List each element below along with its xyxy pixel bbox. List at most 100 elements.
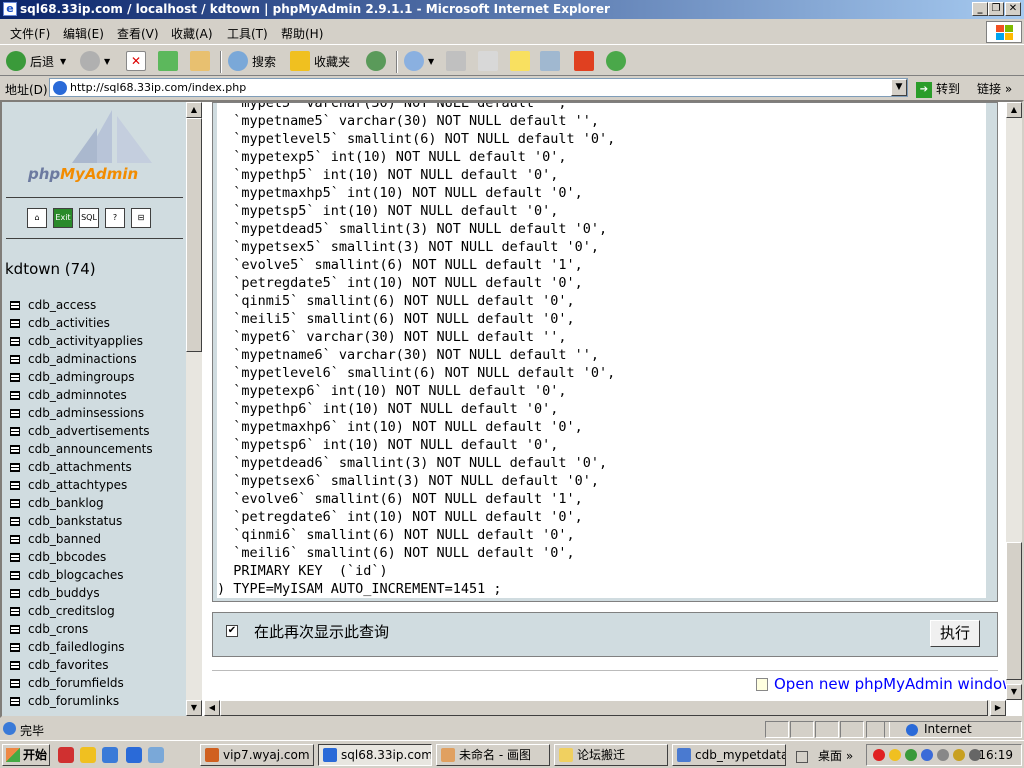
- sidebar-table-item[interactable]: cdb_advertisements: [2, 422, 153, 440]
- table-icon[interactable]: [10, 552, 20, 562]
- go-button[interactable]: ➔ 转到: [916, 80, 960, 98]
- sidebar-scrollbar[interactable]: ▲ ▼: [186, 102, 202, 716]
- media-button[interactable]: [540, 49, 564, 73]
- sidebar-table-item[interactable]: cdb_crons: [2, 620, 153, 638]
- sidebar-table-item[interactable]: cdb_forumlinks: [2, 692, 153, 710]
- main-scrollbar[interactable]: ▲ ▼: [1006, 102, 1022, 700]
- sidebar-table-item[interactable]: cdb_attachtypes: [2, 476, 153, 494]
- table-icon[interactable]: [10, 624, 20, 634]
- task-button[interactable]: vip7.wyaj.com ...: [200, 744, 314, 766]
- help-icon[interactable]: ?: [105, 208, 125, 228]
- execute-button[interactable]: 执行: [930, 620, 980, 647]
- quicklaunch-icon[interactable]: [148, 747, 164, 763]
- menu-file[interactable]: 文件(F): [10, 25, 50, 42]
- sidebar-table-item[interactable]: cdb_creditslog: [2, 602, 153, 620]
- minimize-button[interactable]: _: [972, 2, 988, 16]
- tray-icon[interactable]: [953, 749, 965, 761]
- tray-icon[interactable]: [937, 749, 949, 761]
- qq-icon[interactable]: [873, 749, 885, 761]
- sidebar-table-item[interactable]: cdb_blogcaches: [2, 566, 153, 584]
- table-name[interactable]: cdb_admingroups: [28, 370, 135, 384]
- quicklaunch-icon[interactable]: [58, 747, 74, 763]
- docs-icon[interactable]: ⊟: [131, 208, 151, 228]
- stop-button[interactable]: ✕: [126, 49, 150, 73]
- network-icon[interactable]: [921, 749, 933, 761]
- menu-help[interactable]: 帮助(H): [281, 25, 323, 42]
- task-button[interactable]: 未命名 - 画图: [436, 744, 550, 766]
- table-name[interactable]: cdb_activities: [28, 316, 110, 330]
- sidebar-table-item[interactable]: cdb_adminnotes: [2, 386, 153, 404]
- download-button[interactable]: [574, 49, 598, 73]
- table-icon[interactable]: [10, 660, 20, 670]
- table-name[interactable]: cdb_adminsessions: [28, 406, 144, 420]
- sidebar-table-item[interactable]: cdb_favorites: [2, 656, 153, 674]
- links-button[interactable]: 链接 »: [977, 80, 1012, 97]
- table-name[interactable]: cdb_favorites: [28, 658, 108, 672]
- close-button[interactable]: ✕: [1005, 2, 1021, 16]
- sidebar-table-item[interactable]: cdb_adminsessions: [2, 404, 153, 422]
- horizontal-scrollbar[interactable]: ◀ ▶: [204, 700, 1006, 716]
- desktop-toolbar[interactable]: 桌面 »: [796, 747, 853, 764]
- table-icon[interactable]: [10, 678, 20, 688]
- sidebar-table-item[interactable]: cdb_bbcodes: [2, 548, 153, 566]
- table-name[interactable]: cdb_failedlogins: [28, 640, 125, 654]
- sidebar-table-item[interactable]: cdb_admingroups: [2, 368, 153, 386]
- table-icon[interactable]: [10, 480, 20, 490]
- tray-icon[interactable]: [905, 749, 917, 761]
- forward-button[interactable]: ▼: [80, 49, 110, 73]
- table-icon[interactable]: [10, 516, 20, 526]
- tray-icon[interactable]: [889, 749, 901, 761]
- table-name[interactable]: cdb_adminactions: [28, 352, 137, 366]
- table-icon[interactable]: [10, 462, 20, 472]
- table-icon[interactable]: [10, 570, 20, 580]
- search-button[interactable]: 搜索: [228, 49, 276, 73]
- sidebar-table-item[interactable]: cdb_adminactions: [2, 350, 153, 368]
- menu-edit[interactable]: 编辑(E): [63, 25, 104, 42]
- sidebar-table-item[interactable]: cdb_bankstatus: [2, 512, 153, 530]
- table-icon[interactable]: [10, 336, 20, 346]
- home-button[interactable]: [190, 49, 214, 73]
- task-button[interactable]: cdb_mypetdata...: [672, 744, 786, 766]
- table-icon[interactable]: [10, 444, 20, 454]
- favorites-button[interactable]: 收藏夹: [290, 49, 350, 73]
- table-name[interactable]: cdb_announcements: [28, 442, 153, 456]
- task-button[interactable]: 论坛搬迁: [554, 744, 668, 766]
- table-name[interactable]: cdb_buddys: [28, 586, 100, 600]
- table-icon[interactable]: [10, 408, 20, 418]
- table-icon[interactable]: [10, 300, 20, 310]
- menu-view[interactable]: 查看(V): [117, 25, 159, 42]
- table-icon[interactable]: [10, 696, 20, 706]
- menu-favorites[interactable]: 收藏(A): [171, 25, 213, 42]
- maximize-button[interactable]: ❐: [988, 2, 1004, 16]
- table-name[interactable]: cdb_crons: [28, 622, 88, 636]
- table-icon[interactable]: [10, 642, 20, 652]
- ie-icon[interactable]: [126, 747, 142, 763]
- mail-button[interactable]: ▼: [404, 49, 434, 73]
- address-input[interactable]: http://sql68.33ip.com/index.php: [49, 78, 908, 97]
- start-button[interactable]: 开始: [2, 744, 50, 766]
- table-icon[interactable]: [10, 390, 20, 400]
- table-name[interactable]: cdb_creditslog: [28, 604, 115, 618]
- table-name[interactable]: cdb_banklog: [28, 496, 104, 510]
- table-name[interactable]: cdb_bankstatus: [28, 514, 122, 528]
- new-window-link[interactable]: Open new phpMyAdmin window: [756, 675, 1006, 693]
- exit-icon[interactable]: Exit: [53, 208, 73, 228]
- edit-button[interactable]: [478, 49, 502, 73]
- sidebar-table-item[interactable]: cdb_banned: [2, 530, 153, 548]
- table-name[interactable]: cdb_bbcodes: [28, 550, 106, 564]
- sidebar-table-item[interactable]: cdb_banklog: [2, 494, 153, 512]
- history-button[interactable]: [366, 49, 390, 73]
- table-icon[interactable]: [10, 498, 20, 508]
- table-name[interactable]: cdb_banned: [28, 532, 101, 546]
- menu-tools[interactable]: 工具(T): [227, 25, 268, 42]
- table-name[interactable]: cdb_adminnotes: [28, 388, 127, 402]
- show-query-checkbox[interactable]: ✔: [226, 625, 238, 637]
- table-name[interactable]: cdb_blogcaches: [28, 568, 124, 582]
- table-icon[interactable]: [10, 588, 20, 598]
- table-name[interactable]: cdb_forumlinks: [28, 694, 119, 708]
- table-name[interactable]: cdb_attachments: [28, 460, 132, 474]
- discuss-button[interactable]: [510, 49, 534, 73]
- sidebar-table-item[interactable]: cdb_forumfields: [2, 674, 153, 692]
- sidebar-table-item[interactable]: cdb_attachments: [2, 458, 153, 476]
- table-name[interactable]: cdb_activityapplies: [28, 334, 143, 348]
